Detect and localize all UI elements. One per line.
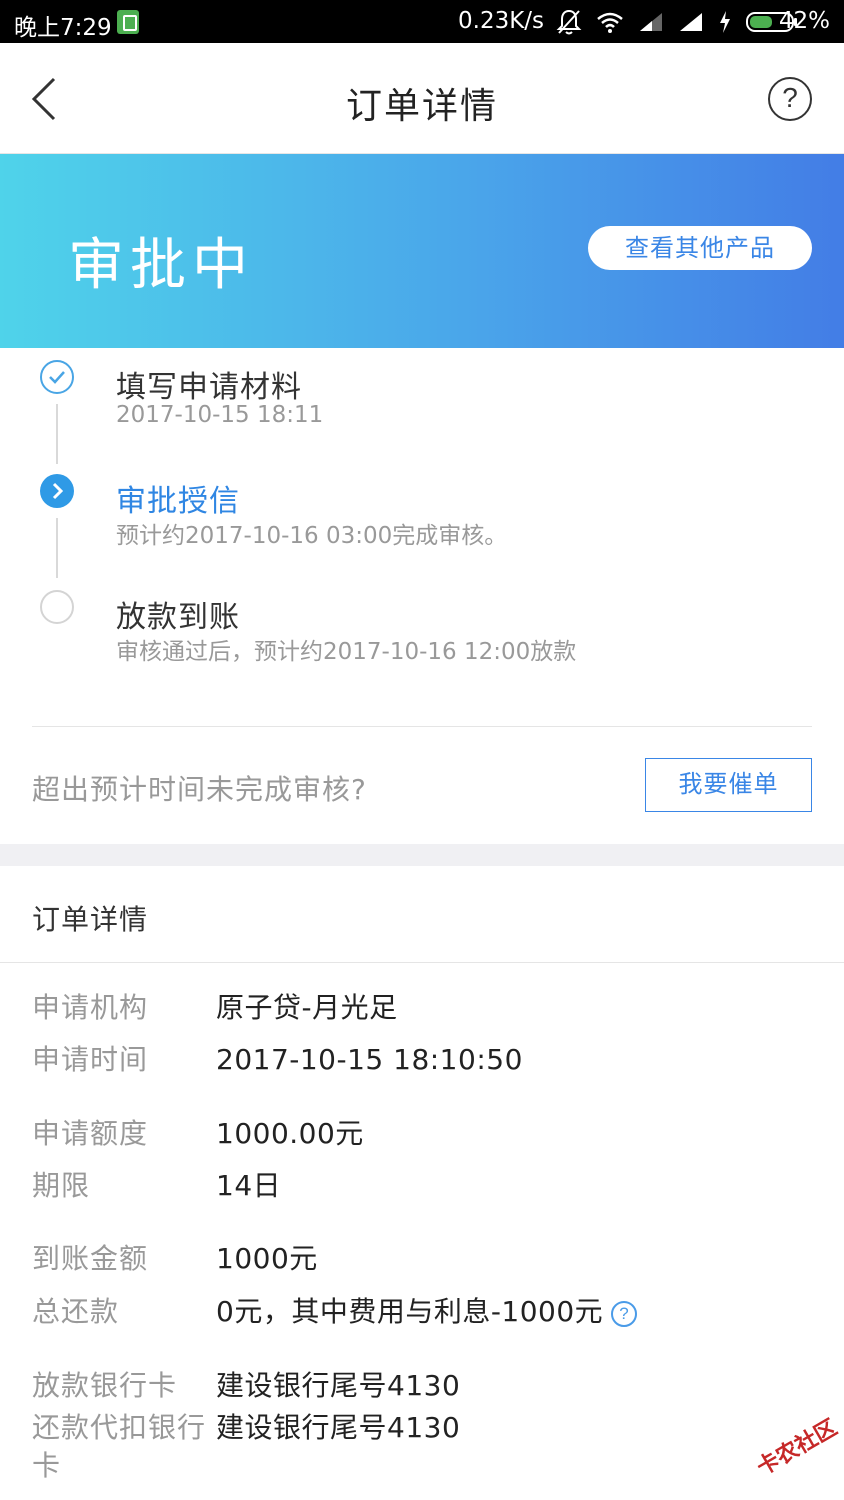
watermark-text: 卡农社区	[752, 1415, 842, 1481]
detail-value: 1000.00元	[216, 1117, 364, 1150]
watermark-logo: 卡农社区	[738, 1415, 842, 1481]
status-banner: 审批中 查看其他产品	[0, 154, 844, 348]
detail-value: 1000元	[216, 1242, 318, 1275]
wifi-icon	[597, 12, 623, 33]
step-current-icon	[40, 474, 74, 508]
detail-label: 期限	[32, 1169, 91, 1202]
mute-bell-icon	[556, 9, 582, 35]
page-title: 订单详情	[345, 86, 498, 127]
order-details: 订单详情 申请机构 原子贷-月光足 申请时间 2017-10-15 18:10:…	[0, 866, 844, 1500]
signal-icon-2	[680, 13, 702, 31]
progress-timeline: 填写申请材料 2017-10-15 18:11 审批授信 预计约2017-10-…	[0, 348, 844, 844]
step-title: 审批授信	[116, 484, 240, 519]
order-status: 审批中	[68, 233, 254, 298]
step-done-icon	[40, 360, 74, 394]
section-gap	[0, 844, 844, 866]
detail-label: 总还款	[32, 1295, 120, 1328]
network-speed: 0.23K/s	[458, 8, 545, 34]
chevron-right-icon	[52, 482, 64, 500]
battery-percent: 42%	[778, 8, 830, 34]
detail-value: 建设银行尾号4130	[216, 1411, 461, 1444]
question-icon[interactable]: ?	[611, 1301, 638, 1327]
detail-value: 建设银行尾号4130	[216, 1369, 461, 1402]
step-subtitle: 审核通过后，预计约2017-10-16 12:00放款	[116, 639, 577, 665]
step-title: 放款到账	[116, 600, 240, 635]
detail-value: 0元，其中费用与利息-1000元	[216, 1295, 604, 1328]
detail-value: 2017-10-15 18:10:50	[216, 1043, 523, 1076]
charging-icon	[720, 11, 730, 33]
detail-label: 到账金额	[32, 1242, 149, 1275]
nav-bar: 订单详情 ?	[0, 43, 844, 154]
status-icons	[556, 6, 798, 38]
details-section-title: 订单详情	[32, 903, 149, 936]
step-subtitle: 2017-10-15 18:11	[116, 402, 324, 428]
view-other-products-button[interactable]: 查看其他产品	[588, 226, 812, 270]
divider	[0, 962, 844, 963]
status-time: 晚上7:29	[14, 15, 112, 41]
detail-label: 申请时间	[32, 1043, 149, 1076]
detail-value: 14日	[216, 1169, 282, 1202]
status-bar: 晚上7:29 0.23K/s 42%	[0, 0, 844, 43]
step-title: 填写申请材料	[116, 370, 302, 405]
signal-icon-1	[640, 13, 662, 31]
urge-question: 超出预计时间未完成审核?	[32, 773, 367, 806]
detail-value: 原子贷-月光足	[216, 991, 398, 1024]
check-icon	[49, 371, 65, 384]
divider	[32, 726, 812, 727]
detail-label: 放款银行卡	[32, 1369, 178, 1402]
detail-label: 还款代扣银行卡	[32, 1411, 207, 1482]
help-icon[interactable]: ?	[768, 77, 812, 121]
detail-label: 申请机构	[32, 991, 149, 1024]
detail-value-total-repay: 0元，其中费用与利息-1000元?	[216, 1293, 638, 1331]
urge-order-button[interactable]: 我要催单	[645, 758, 812, 812]
timeline-connector	[56, 404, 58, 464]
step-subtitle: 预计约2017-10-16 03:00完成审核。	[116, 523, 508, 549]
detail-label: 申请额度	[32, 1117, 149, 1150]
step-pending-icon	[40, 590, 74, 624]
battery-saver-icon	[117, 10, 139, 34]
timeline-connector	[56, 518, 58, 578]
